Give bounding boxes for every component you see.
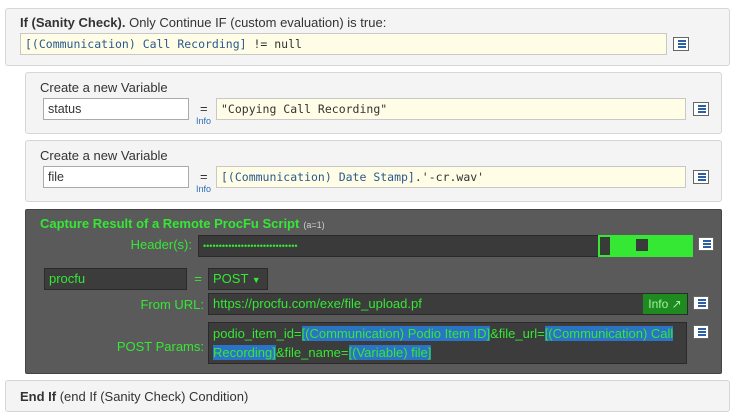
param-var: [(Communication) Podio Item ID] [301,326,491,341]
post-params-label: POST Params: [116,339,204,354]
headers-dark-square [636,239,648,251]
equals-sign: = [200,101,208,116]
chevron-down-icon: ▼ [251,275,261,285]
post-params-input[interactable]: podio_item_id=[(Communication) Podio Ite… [208,322,687,364]
headers-label: Header(s): [130,237,192,252]
result-variable-input[interactable]: procfu [44,268,187,290]
url-input[interactable]: https://procfu.com/exe/file_upload.pf [208,293,688,315]
url-list-icon[interactable] [693,296,709,310]
create-variable-title: Create a new Variable [40,148,168,163]
variable-value-expression[interactable]: "Copying Call Recording" [216,98,686,120]
capture-badge: (a=1) [303,220,325,230]
variable-name-input[interactable]: file [43,166,189,188]
url-info-button[interactable]: Info ↗ [643,294,687,314]
create-variable-title: Create a new Variable [40,80,168,95]
method-select[interactable]: POST ▼ [208,268,268,290]
params-list-icon[interactable] [693,325,709,339]
sanity-list-icon[interactable] [673,37,689,51]
capture-title: Capture Result of a Remote ProcFu Script… [40,216,325,231]
expression-var: [(Communication) Call Recording] [25,37,247,51]
variable-list-icon[interactable] [693,102,709,116]
headers-list-icon[interactable] [698,237,714,251]
equals-sign: = [200,169,208,184]
url-label: From URL: [140,297,204,312]
sanity-check-expression[interactable]: [(Communication) Call Recording] != null [20,33,667,55]
variable-value-expression[interactable]: [(Communication) Date Stamp].'-cr.wav' [216,166,686,188]
equals-sign: = [194,271,202,286]
info-link[interactable]: Info [196,116,211,126]
variable-name-input[interactable]: status [43,98,189,120]
sanity-check-title: If (Sanity Check). Only Continue IF (cus… [20,15,387,30]
expression-var: [(Communication) Date Stamp] [221,170,415,184]
param-var: [(Variable) file] [348,345,432,360]
info-link[interactable]: Info [196,184,211,194]
headers-dark-block [600,237,610,255]
param-var: [(Communication) Call [544,326,674,341]
variable-list-icon[interactable] [693,170,709,184]
param-var: Recording] [213,345,276,360]
end-if-title: End If (end If (Sanity Check) Condition) [20,389,249,404]
